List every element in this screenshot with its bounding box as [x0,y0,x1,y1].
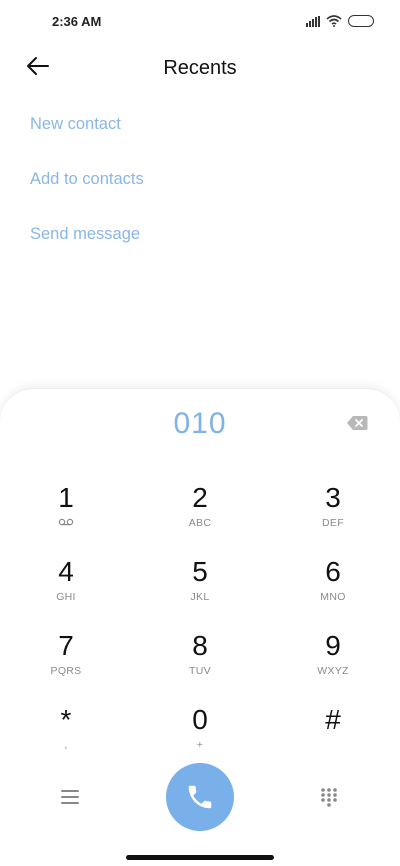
key-letters: ABC [188,517,212,529]
signal-icon [306,15,320,27]
key-1[interactable]: 1 [11,483,121,549]
phone-icon [188,785,212,809]
page-title: Recents [163,57,237,79]
key-8[interactable]: 8 TUV [145,631,255,697]
key-digit: 4 [58,556,74,587]
dialer-bottom-bar [0,761,400,833]
key-4[interactable]: 4 GHI [11,557,121,623]
key-digit: 0 [192,704,208,735]
status-bar: 2:36 AM [0,0,400,44]
key-letters: JKL [190,591,210,603]
status-time: 2:36 AM [52,14,102,29]
key-7[interactable]: 7 PQRS [11,631,121,697]
contact-actions: New contact Add to contacts Send message [30,100,144,265]
battery-icon [348,15,374,27]
key-letters: WXYZ [317,665,349,677]
wifi-icon [326,15,342,27]
key-digit: 9 [325,630,341,661]
key-letters: , [64,739,68,751]
header: Recents [0,44,400,92]
dialpad-grid-icon [321,788,337,807]
key-digit: * [60,704,72,735]
backspace-icon [347,416,368,430]
key-digit: 2 [192,482,208,513]
backspace-button[interactable] [346,415,368,431]
dialed-number[interactable]: 010 [0,407,400,441]
new-contact-link[interactable]: New contact [30,100,144,155]
key-2[interactable]: 2 ABC [145,483,255,549]
call-button[interactable] [166,763,234,831]
key-letters: PQRS [50,665,82,677]
send-message-link[interactable]: Send message [30,210,144,265]
dialpad-toggle-button[interactable] [318,786,340,808]
home-indicator[interactable] [126,855,274,860]
menu-button[interactable] [58,787,82,807]
key-9[interactable]: 9 WXYZ [278,631,388,697]
key-letters: MNO [320,591,346,603]
status-icons [306,15,374,27]
key-digit: 5 [192,556,208,587]
key-digit: 8 [192,630,208,661]
voicemail-icon [11,517,121,529]
key-6[interactable]: 6 MNO [278,557,388,623]
key-digit: 1 [58,482,74,513]
menu-icon [61,790,79,804]
key-digit: 7 [58,630,74,661]
key-5[interactable]: 5 JKL [145,557,255,623]
add-to-contacts-link[interactable]: Add to contacts [30,155,144,210]
key-letters: GHI [56,591,76,603]
key-3[interactable]: 3 DEF [278,483,388,549]
key-letters: + [196,739,204,751]
key-digit: 6 [325,556,341,587]
key-letters: TUV [189,665,211,677]
key-letters: DEF [322,517,344,529]
key-digit: # [325,704,341,735]
dialpad-panel: 010 1 2 ABC 3 DEF 4 GHI 5 JKL 6 MNO 7 PQ… [0,388,400,866]
key-digit: 3 [325,482,341,513]
